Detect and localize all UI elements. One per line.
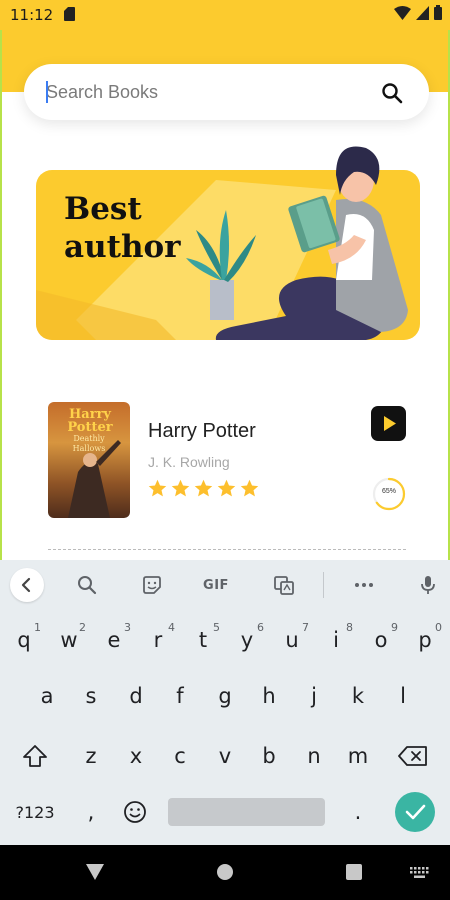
microphone-icon [421,576,435,594]
key-i[interactable]: i8 [316,616,356,664]
key-h[interactable]: h [249,672,289,720]
star-icon [171,479,190,497]
key-z[interactable]: z [71,732,111,780]
back-triangle-icon[interactable] [86,864,104,880]
voice-input-button[interactable] [414,571,442,599]
best-author-banner[interactable]: Best author [36,140,420,340]
sticker-icon [143,576,161,594]
key-k[interactable]: k [338,672,378,720]
enter-key[interactable] [395,792,435,832]
key-l[interactable]: l [383,672,423,720]
star-icon [148,479,167,497]
play-icon [384,416,396,431]
gif-button[interactable]: GIF [200,571,232,599]
key-b[interactable]: b [249,732,289,780]
star-icon [217,479,236,497]
battery-icon [434,5,442,20]
app-screen: Best author Harry Potter [0,30,450,560]
key-x[interactable]: x [116,732,156,780]
key-m[interactable]: m [338,732,378,780]
key-g[interactable]: g [205,672,245,720]
soft-keyboard: GIF q1 w2 e3 r4 t5 y6 u7 i8 o9 p0 a s d … [0,560,450,845]
shift-key[interactable] [15,732,55,780]
progress-label: 65% [381,488,396,495]
key-o[interactable]: o9 [361,616,401,664]
more-options-button[interactable] [350,571,378,599]
cover-art [68,440,121,518]
keyboard-search-button[interactable] [73,571,101,599]
period-key[interactable]: . [338,788,378,836]
shift-icon [23,745,47,767]
translate-button[interactable] [270,571,298,599]
key-a[interactable]: a [27,672,67,720]
book-title[interactable]: Harry Potter [148,420,256,443]
key-q[interactable]: q1 [4,616,44,664]
backspace-key[interactable] [393,732,433,780]
keyboard-toolbar: GIF [0,560,450,610]
backspace-icon [398,746,427,766]
recents-square-icon[interactable] [346,864,362,880]
chevron-left-icon [21,577,31,593]
translate-icon [274,576,294,595]
star-icon [240,479,259,497]
sticker-button[interactable] [138,571,166,599]
more-dots-icon [355,583,373,587]
status-icons [394,5,442,20]
book-cover[interactable]: Harry Potter Deathly Hallows [48,402,130,518]
key-w[interactable]: w2 [49,616,89,664]
key-e[interactable]: e3 [94,616,134,664]
comma-key[interactable]: , [71,788,111,836]
key-n[interactable]: n [294,732,334,780]
toolbar-separator [323,572,324,598]
reading-woman-illustration [186,146,408,340]
key-v[interactable]: v [205,732,245,780]
search-input[interactable] [46,78,346,106]
key-y[interactable]: y6 [227,616,267,664]
key-t[interactable]: t5 [183,616,223,664]
wifi-icon [394,5,411,20]
status-bar: 11:12 [0,0,450,30]
key-s[interactable]: s [71,672,111,720]
book-list-item[interactable]: Harry Potter Deathly Hallows Harry Potte… [46,402,408,520]
signal-icon [416,5,429,20]
sd-card-icon [64,7,75,21]
play-button[interactable] [371,406,406,441]
key-f[interactable]: f [160,672,200,720]
search-icon [78,576,97,595]
search-icon[interactable] [380,81,404,105]
key-j[interactable]: j [294,672,334,720]
gif-label: GIF [203,577,229,593]
search-bar[interactable] [24,64,429,120]
star-icon [194,479,213,497]
space-bar[interactable] [168,798,325,826]
emoji-icon [124,801,146,823]
key-d[interactable]: d [116,672,156,720]
status-time: 11:12 [10,6,54,24]
checkmark-icon [405,804,426,820]
key-c[interactable]: c [160,732,200,780]
collapse-keyboard-button[interactable] [10,568,44,602]
list-divider [48,549,406,550]
star-rating [147,478,260,499]
home-circle-icon[interactable] [217,864,233,880]
book-author: J. K. Rowling [148,454,230,470]
key-p[interactable]: p0 [405,616,445,664]
keyboard-switch-icon[interactable] [410,867,430,879]
system-nav-bar [0,845,450,900]
emoji-key[interactable] [115,788,155,836]
key-u[interactable]: u7 [272,616,312,664]
symbols-key[interactable]: ?123 [10,788,60,836]
key-r[interactable]: r4 [138,616,178,664]
text-cursor [46,81,48,103]
